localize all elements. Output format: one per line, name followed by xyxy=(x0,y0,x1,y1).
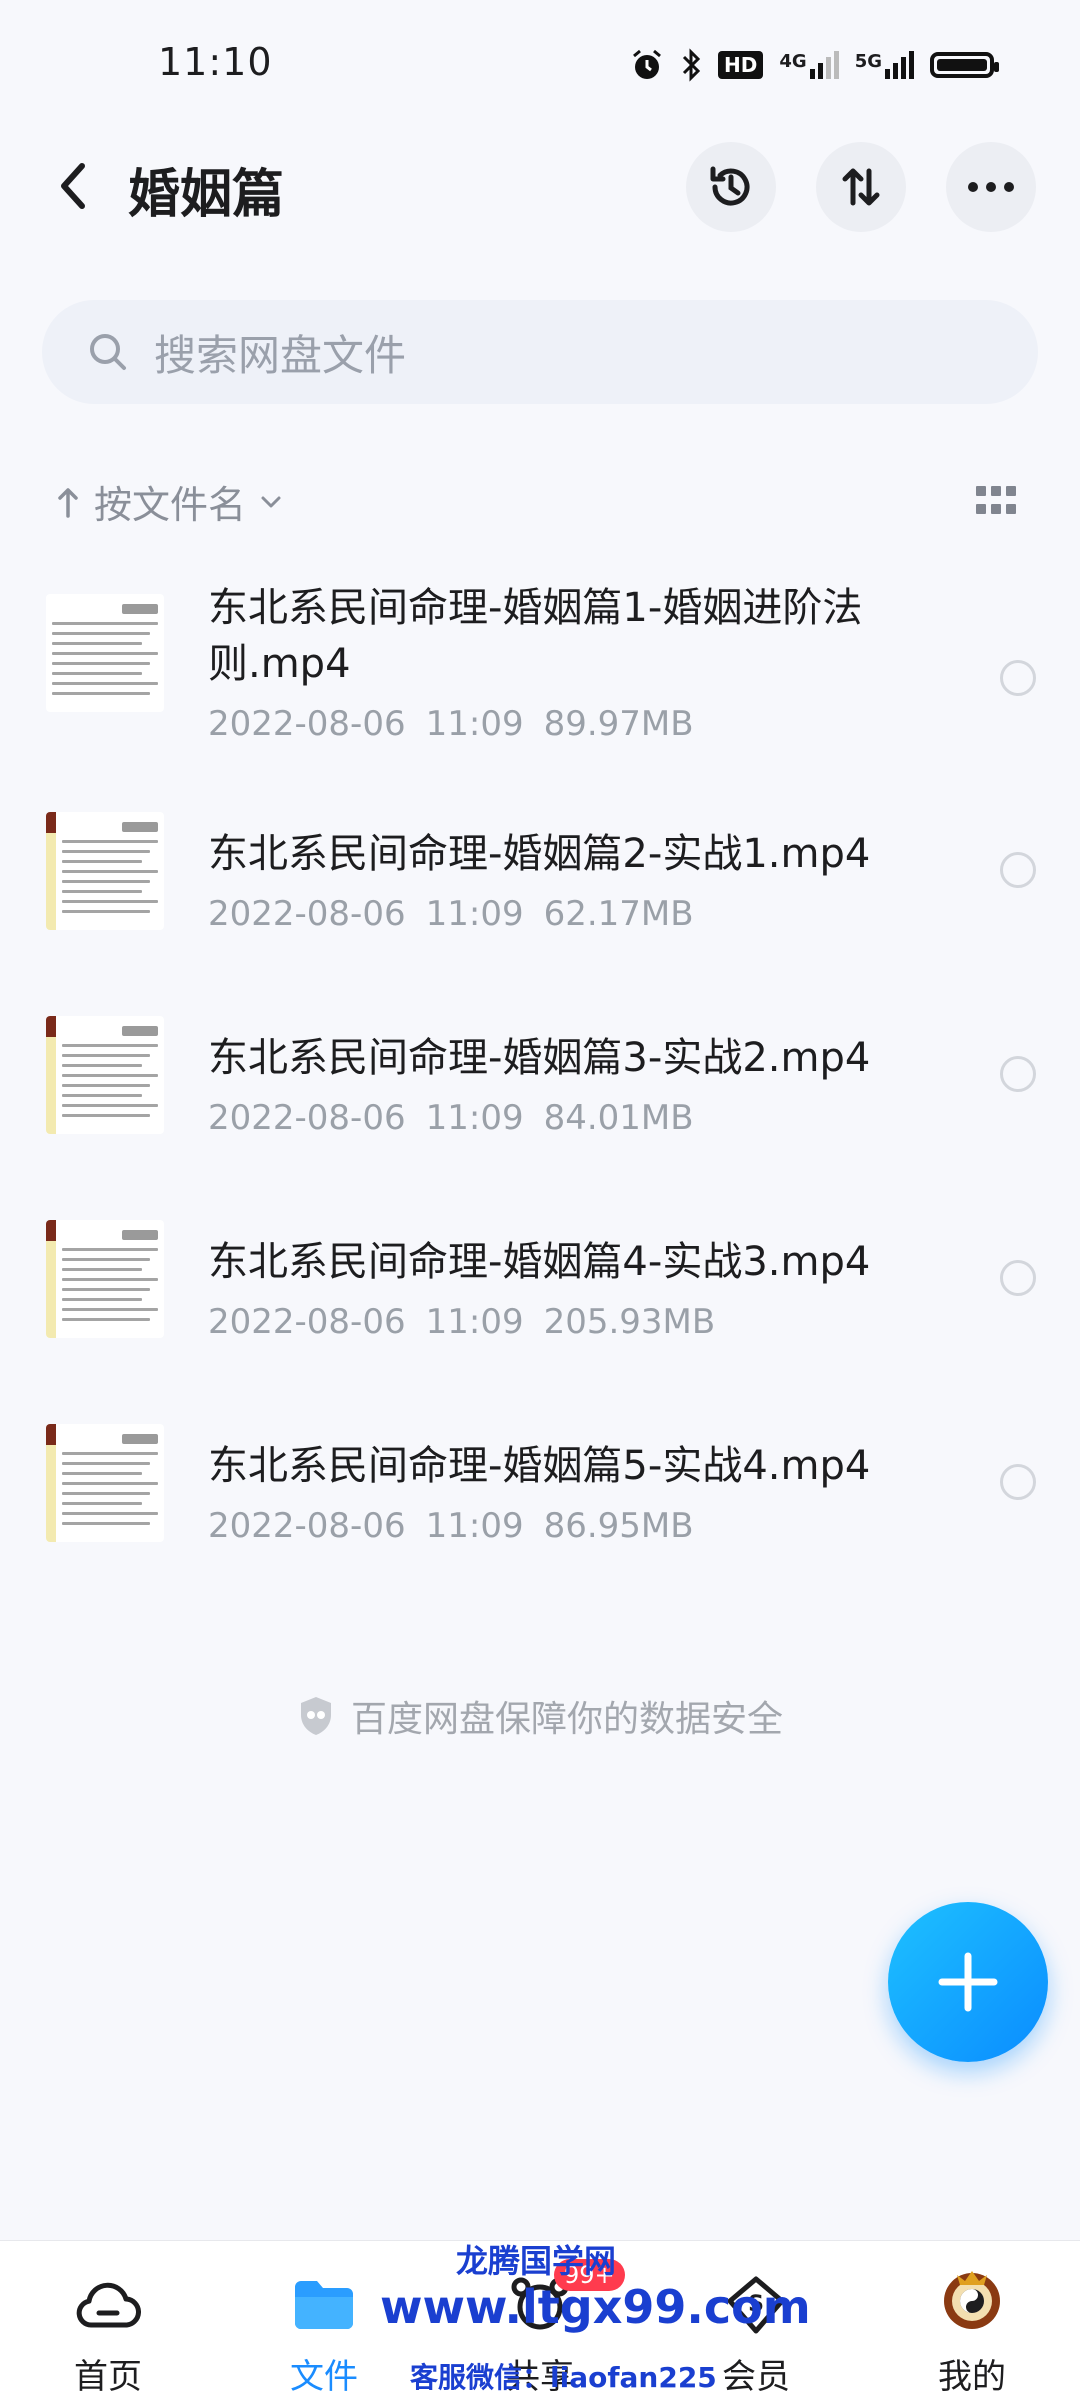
file-row[interactable]: 东北系民间命理-婚姻篇2-实战1.mp4 2022-08-06 11:09 62.17… xyxy=(0,790,1080,990)
select-checkbox[interactable] xyxy=(1000,1464,1036,1500)
history-button[interactable] xyxy=(686,142,776,232)
search-input[interactable]: 搜索网盘文件 xyxy=(42,300,1038,404)
sort-button[interactable] xyxy=(816,142,906,232)
security-note: 百度网盘保障你的数据安全 xyxy=(0,1690,1080,1742)
file-name: 东北系民间命理-婚姻篇5-实战4.mp4 xyxy=(208,1443,871,1489)
file-thumbnail xyxy=(46,812,164,930)
select-checkbox[interactable] xyxy=(1000,852,1036,888)
history-icon xyxy=(710,166,750,206)
file-size: 84.01MB xyxy=(543,1098,694,1138)
bluetooth-icon xyxy=(682,48,701,82)
battery-icon xyxy=(930,52,999,78)
sort-by-name-dropdown[interactable]: 按文件名 xyxy=(56,474,282,529)
back-button[interactable] xyxy=(48,156,100,216)
home-cloud-icon xyxy=(76,2282,141,2328)
file-meta: 2022-08-06 11:09 84.01MB xyxy=(208,1098,694,1138)
file-meta: 2022-08-06 11:09 89.97MB xyxy=(208,704,694,744)
file-name: 东北系民间命理-婚姻篇3-实战2.mp4 xyxy=(208,1035,871,1081)
file-date: 2022-08-06 xyxy=(208,1506,406,1546)
nav-label-home: 首页 xyxy=(74,2357,142,2397)
sort-label: 按文件名 xyxy=(94,483,247,527)
file-row[interactable]: 东北系民间命理-婚姻篇1-婚姻进阶法则.mp4 2022-08-06 11:09 89… xyxy=(0,560,1080,760)
file-date: 2022-08-06 xyxy=(208,1302,406,1342)
status-icons: HD 4G 5G xyxy=(630,48,999,82)
file-row[interactable]: 东北系民间命理-婚姻篇3-实战2.mp4 2022-08-06 11:09 84.01… xyxy=(0,994,1080,1194)
watermark-contact: 客服微信：liaofan225 xyxy=(410,2361,717,2394)
more-button[interactable] xyxy=(946,142,1036,232)
file-name: 东北系民间命理-婚姻篇2-实战1.mp4 xyxy=(208,831,871,877)
file-time: 11:09 xyxy=(425,1506,524,1546)
hd-icon: HD xyxy=(718,51,764,79)
chevron-down-icon xyxy=(261,496,281,507)
select-checkbox[interactable] xyxy=(1000,1260,1036,1296)
watermark-site-name: 龙腾国学网 xyxy=(456,2242,617,2280)
file-date: 2022-08-06 xyxy=(208,894,406,934)
status-time: 11:10 xyxy=(158,40,273,84)
sort-icon xyxy=(842,168,880,206)
alarm-icon xyxy=(633,49,661,79)
arrow-up-icon xyxy=(58,487,78,518)
file-size: 62.17MB xyxy=(543,894,694,934)
file-time: 11:09 xyxy=(425,1098,524,1138)
plus-icon xyxy=(938,1952,998,2012)
file-row[interactable]: 东北系民间命理-婚姻篇4-实战3.mp4 2022-08-06 11:09 205.9… xyxy=(0,1198,1080,1398)
file-size: 205.93MB xyxy=(543,1302,716,1342)
file-time: 11:09 xyxy=(425,894,524,934)
file-size: 89.97MB xyxy=(543,704,694,744)
select-checkbox[interactable] xyxy=(1000,660,1036,696)
nav-label-profile: 我的 xyxy=(938,2357,1006,2397)
search-placeholder: 搜索网盘文件 xyxy=(154,330,407,380)
file-thumbnail xyxy=(46,1220,164,1338)
more-icon xyxy=(968,182,1014,192)
search-icon xyxy=(90,334,126,370)
security-note-text: 百度网盘保障你的数据安全 xyxy=(350,1699,783,1740)
4g-signal-icon: 4G xyxy=(779,51,839,79)
select-checkbox[interactable] xyxy=(1000,1056,1036,1092)
file-name: 东北系民间命理-婚姻篇1-婚姻进阶法则.mp4 xyxy=(208,585,863,687)
file-time: 11:09 xyxy=(425,704,524,744)
5g-signal-icon: 5G xyxy=(855,51,914,79)
nav-home[interactable]: 首页 xyxy=(18,2241,198,2401)
nav-profile[interactable]: 我的 xyxy=(882,2241,1062,2401)
watermark-url: www.ltgx99.com xyxy=(380,2280,811,2334)
avatar-icon xyxy=(944,2271,1000,2329)
file-date: 2022-08-06 xyxy=(208,704,406,744)
file-thumbnail xyxy=(46,1016,164,1134)
file-thumbnail xyxy=(46,1424,164,1542)
file-meta: 2022-08-06 11:09 205.93MB xyxy=(208,1302,715,1342)
file-date: 2022-08-06 xyxy=(208,1098,406,1138)
file-meta: 2022-08-06 11:09 86.95MB xyxy=(208,1506,694,1546)
file-time: 11:09 xyxy=(425,1302,524,1342)
file-meta: 2022-08-06 11:09 62.17MB xyxy=(208,894,694,934)
nav-label-files: 文件 xyxy=(290,2357,358,2397)
file-name: 东北系民间命理-婚姻篇4-实战3.mp4 xyxy=(208,1239,871,1285)
file-thumbnail xyxy=(46,594,164,712)
folder-icon xyxy=(295,2281,353,2329)
back-arrow-icon xyxy=(61,163,85,209)
add-button[interactable] xyxy=(888,1902,1048,2062)
page-title: 婚姻篇 xyxy=(128,165,285,225)
shield-icon xyxy=(300,1697,331,1735)
file-row[interactable]: 东北系民间命理-婚姻篇5-实战4.mp4 2022-08-06 11:09 86.95… xyxy=(0,1402,1080,1602)
grid-view-icon[interactable] xyxy=(976,486,1016,516)
file-size: 86.95MB xyxy=(543,1506,694,1546)
